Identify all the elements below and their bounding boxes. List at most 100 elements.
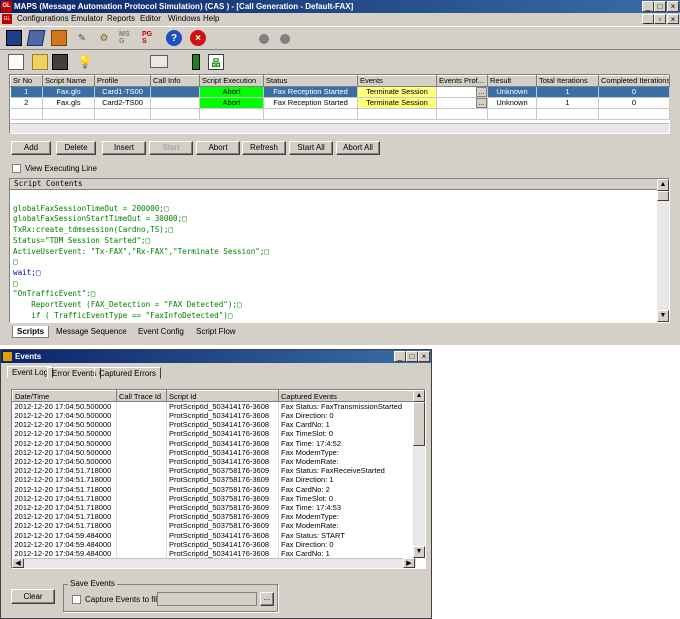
scroll-down-icon[interactable]: ▼: [657, 310, 669, 322]
browse-file-button[interactable]: ...: [260, 592, 274, 606]
events-profile-browse-button[interactable]: ...: [476, 98, 487, 108]
col-profile[interactable]: Profile: [94, 75, 151, 87]
capture-file-path-input[interactable]: [157, 592, 257, 606]
col-date-time[interactable]: Date/Time: [12, 390, 117, 402]
table-row[interactable]: 2 Fax.gls Card2-TS00 Abort Fax Reception…: [10, 97, 670, 109]
add-button[interactable]: Add: [11, 141, 51, 155]
scroll-up-icon[interactable]: ▲: [657, 179, 669, 191]
keyboard-icon[interactable]: [150, 55, 168, 68]
table-row[interactable]: 2012-12-20 17:04:51.718000 ProtScriptId_5…: [12, 502, 416, 513]
bulb-icon[interactable]: 💡: [77, 54, 93, 70]
scroll-thumb[interactable]: [657, 191, 669, 201]
tab-script-flow[interactable]: Script Flow: [192, 326, 240, 338]
table-row[interactable]: 2012-12-20 17:04:59.484000 ProtScriptId_5…: [12, 530, 416, 540]
col-script-name[interactable]: Script Name: [42, 75, 95, 87]
child-minimize-button[interactable]: _: [642, 14, 654, 24]
open-folder-icon[interactable]: [32, 54, 48, 70]
tab-event-config[interactable]: Event Config: [134, 326, 188, 338]
terminate-session-button[interactable]: Terminate Session: [357, 86, 437, 98]
briefcase-icon[interactable]: [51, 30, 67, 46]
events-minimize-button[interactable]: _: [394, 351, 406, 362]
delete-button[interactable]: Delete: [56, 141, 96, 155]
pgs-icon[interactable]: PG S: [142, 30, 158, 46]
menu-windows[interactable]: Windows: [168, 14, 200, 23]
menu-app-icon[interactable]: GL: [2, 14, 12, 24]
events-vscroll[interactable]: ▲ ▼: [413, 390, 425, 558]
tab-message-sequence[interactable]: Message Sequence: [52, 326, 131, 338]
menu-reports[interactable]: Reports: [107, 14, 135, 23]
terminate-session-button[interactable]: Terminate Session: [357, 97, 437, 109]
msg-icon[interactable]: MS G: [119, 30, 135, 46]
menu-help[interactable]: Help: [203, 14, 219, 23]
events-maximize-button[interactable]: □: [406, 351, 418, 362]
col-completed-iterations[interactable]: Completed Iterations: [598, 75, 670, 87]
row-events-profile[interactable]: ...: [436, 86, 488, 98]
table-row[interactable]: 1 Fax.gls Card1-TS00 Abort Fax Reception…: [10, 86, 670, 98]
table-row[interactable]: 2012-12-20 17:04:51.718000 ProtScriptId_5…: [12, 484, 416, 494]
menu-editor[interactable]: Editor: [140, 14, 161, 23]
table-row[interactable]: 2012-12-20 17:04:51.718000 ProtScriptId_5…: [12, 466, 416, 476]
child-close-button[interactable]: ×: [667, 14, 679, 24]
child-restore-button[interactable]: ▫: [654, 14, 666, 24]
help-icon[interactable]: ?: [166, 30, 182, 46]
maximize-button[interactable]: □: [654, 1, 666, 12]
traffic-light-icon[interactable]: [192, 54, 200, 70]
col-result[interactable]: Result: [487, 75, 537, 87]
table-row[interactable]: 2012-12-20 17:04:50.500000 ProtScriptId_5…: [12, 420, 416, 430]
script-code[interactable]: globalFaxSessionTimeOut = 200000;□ global…: [13, 193, 269, 343]
tree-view-icon[interactable]: 品: [208, 54, 224, 70]
col-total-iterations[interactable]: Total Iterations: [536, 75, 599, 87]
col-status[interactable]: Status: [263, 75, 358, 87]
col-call-info[interactable]: Call Info: [150, 75, 200, 87]
table-row[interactable]: 2012-12-20 17:04:50.500000 ProtScriptId_5…: [12, 438, 416, 448]
col-events[interactable]: Events: [357, 75, 437, 87]
scroll-right-icon[interactable]: ▶: [403, 558, 415, 568]
clear-button[interactable]: Clear: [11, 589, 55, 604]
abort-button[interactable]: Abort: [196, 141, 240, 155]
view-executing-line-checkbox[interactable]: [12, 164, 21, 173]
table-row[interactable]: 2012-12-20 17:04:50.500000 ProtScriptId_5…: [12, 447, 416, 457]
refresh-button[interactable]: Refresh: [242, 141, 286, 155]
col-events-profile[interactable]: Events Prof...: [436, 75, 488, 87]
stop-icon[interactable]: ×: [190, 30, 206, 46]
table-row[interactable]: 2012-12-20 17:04:59.484000 ProtScriptId_5…: [12, 539, 416, 549]
abort-execution-button[interactable]: Abort: [199, 86, 264, 98]
row-events-profile[interactable]: ...: [436, 97, 488, 109]
table-row[interactable]: 2012-12-20 17:04:50.500000 ProtScriptId_5…: [12, 429, 416, 439]
table-row[interactable]: 2012-12-20 17:04:50.500000 ProtScriptId_5…: [12, 411, 416, 421]
col-call-trace-id[interactable]: Call Trace Id: [116, 390, 167, 402]
menu-configurations[interactable]: Configurations: [17, 14, 69, 23]
notebook-icon[interactable]: [26, 30, 46, 46]
script-editor[interactable]: Script Contents globalFaxSessionTimeOut …: [9, 178, 670, 323]
monitor-icon[interactable]: [6, 30, 22, 46]
col-script-execution[interactable]: Script Execution: [199, 75, 264, 87]
start-all-button[interactable]: Start All: [289, 141, 333, 155]
col-captured-events[interactable]: Captured Events: [278, 390, 416, 402]
minimize-button[interactable]: _: [642, 1, 654, 12]
table-row[interactable]: 2012-12-20 17:04:51.718000 ProtScriptId_5…: [12, 493, 416, 503]
events-profile-browse-button[interactable]: ...: [476, 87, 487, 97]
save-icon[interactable]: [52, 54, 68, 70]
start-button[interactable]: Start: [149, 141, 193, 155]
script-table-hscroll[interactable]: [10, 123, 669, 133]
events-close-button[interactable]: ×: [418, 351, 430, 362]
events-hscroll[interactable]: ◀ ▶: [12, 558, 415, 568]
tab-scripts[interactable]: Scripts: [12, 326, 50, 338]
menu-emulator[interactable]: Emulator: [71, 14, 103, 23]
script-editor-vscroll[interactable]: ▲ ▼: [657, 179, 669, 322]
gear-icon[interactable]: ⚙: [96, 30, 112, 46]
tools-icon[interactable]: ✎: [74, 30, 90, 46]
col-sr-no[interactable]: Sr No: [10, 75, 43, 87]
scroll-left-icon[interactable]: ◀: [12, 558, 24, 568]
abort-execution-button[interactable]: Abort: [199, 97, 264, 109]
table-row[interactable]: [10, 108, 670, 120]
capture-events-checkbox[interactable]: [72, 595, 81, 604]
scroll-up-icon[interactable]: ▲: [413, 390, 425, 402]
abort-all-button[interactable]: Abort All: [336, 141, 380, 155]
scroll-down-icon[interactable]: ▼: [413, 546, 425, 558]
col-script-id[interactable]: Script Id: [166, 390, 279, 402]
table-row[interactable]: 2012-12-20 17:04:59.484000 ProtScriptId_5…: [12, 548, 416, 558]
table-row[interactable]: 2012-12-20 17:04:51.718000 ProtScriptId_5…: [12, 521, 416, 531]
table-row[interactable]: 2012-12-20 17:04:50.500000 ProtScriptId_5…: [12, 456, 416, 467]
tab-captured-errors[interactable]: Captured Errors: [94, 367, 161, 379]
